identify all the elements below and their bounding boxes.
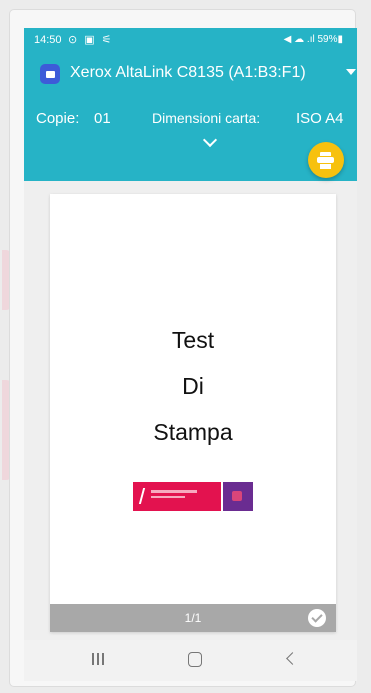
recents-icon[interactable] (92, 653, 106, 665)
paper-size-value[interactable]: ISO A4 (296, 110, 344, 127)
status-bar: 14:50 ⊙ ▣ ⚟ ◀ ☁ .ıl 59%▮ (24, 28, 357, 53)
preview-text-line: Di (182, 373, 204, 399)
android-nav-bar (24, 640, 357, 681)
paper-size-label: Dimensioni carta: (152, 110, 261, 126)
preview-text-line: Test (171, 327, 215, 353)
notification-icons: ⊙ ▣ ⚟ (68, 34, 114, 46)
print-settings-header: Xerox AltaLink C8135 (A1:B3:F1) Copie: 0… (24, 53, 357, 181)
home-icon[interactable] (188, 652, 202, 667)
print-button[interactable] (308, 142, 344, 178)
phone-screen: 14:50 ⊙ ▣ ⚟ ◀ ☁ .ıl 59%▮ Xerox AltaLink … (24, 28, 357, 681)
copies-label: Copie: (36, 110, 80, 127)
copies-value[interactable]: 01 (94, 110, 111, 127)
back-icon[interactable] (286, 652, 299, 665)
printer-icon (40, 64, 60, 84)
print-preview-page: Test Di Stampa (50, 194, 336, 632)
status-right-indicators: ◀ ☁ .ıl 59%▮ (283, 34, 343, 45)
chevron-down-icon[interactable] (202, 132, 218, 148)
printer-selector[interactable]: Xerox AltaLink C8135 (A1:B3:F1) (70, 64, 306, 82)
status-time: 14:50 (34, 34, 62, 46)
check-circle-icon[interactable] (308, 609, 326, 627)
preview-text-line: Stampa (153, 419, 233, 445)
page-counter: 1/1 (184, 611, 202, 625)
page-footer-bar: 1/1 (50, 604, 336, 632)
caret-down-icon[interactable] (346, 69, 356, 75)
company-logo (133, 482, 253, 511)
